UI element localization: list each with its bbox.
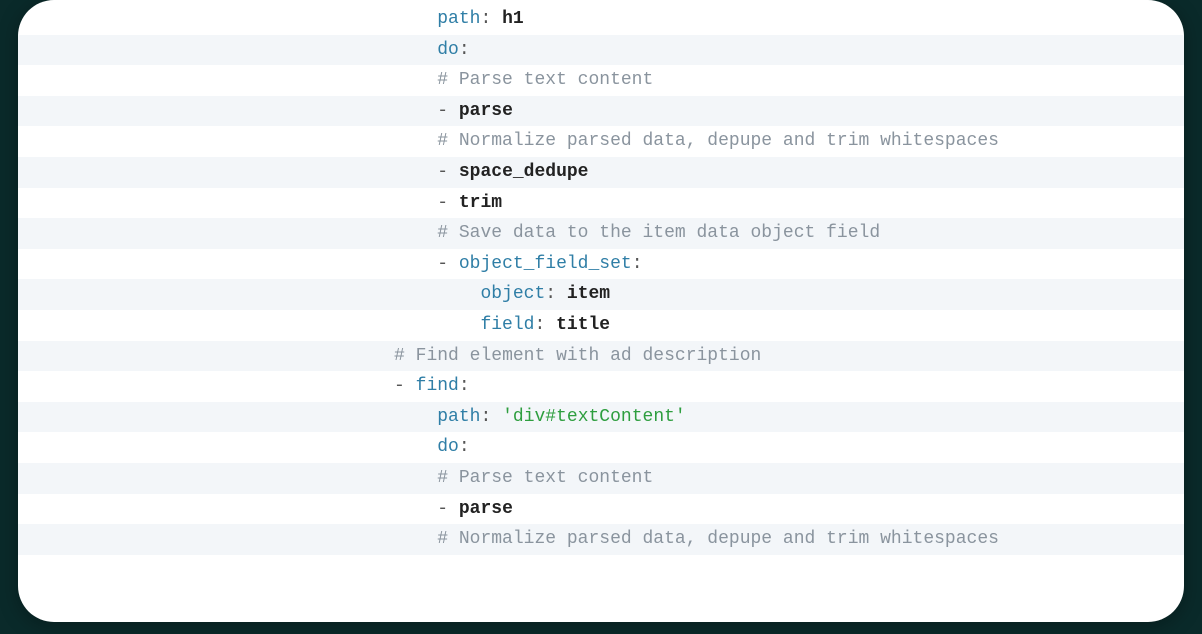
- code-line: # Normalize parsed data, depupe and trim…: [18, 524, 1184, 555]
- code-token-val: h1: [502, 9, 524, 29]
- code-token-punct: :: [459, 376, 470, 396]
- code-token-key: object: [480, 284, 545, 304]
- code-line: - space_dedupe: [18, 157, 1184, 188]
- code-line: path: 'div#textContent': [18, 402, 1184, 433]
- code-token-comment: # Parse text content: [437, 70, 653, 90]
- code-token-key: find: [416, 376, 459, 396]
- code-token-punct: :: [632, 254, 643, 274]
- code-line: path: h1: [18, 4, 1184, 35]
- code-line: # Parse text content: [18, 463, 1184, 494]
- code-token-key: do: [437, 40, 459, 60]
- code-token-val: space_dedupe: [459, 162, 589, 182]
- code-token-punct: :: [459, 437, 470, 457]
- code-line: # Normalize parsed data, depupe and trim…: [18, 126, 1184, 157]
- code-token-punct: :: [480, 407, 491, 427]
- code-line: # Parse text content: [18, 65, 1184, 96]
- code-token-plain: [491, 9, 502, 29]
- code-token-comment: # Normalize parsed data, depupe and trim…: [437, 131, 999, 151]
- code-line: - object_field_set:: [18, 249, 1184, 280]
- code-card: path: h1 do: # Parse text content - pars…: [18, 0, 1184, 622]
- code-token-punct: -: [437, 254, 459, 274]
- code-token-key: path: [437, 407, 480, 427]
- code-token-punct: -: [394, 376, 416, 396]
- code-line: # Save data to the item data object fiel…: [18, 218, 1184, 249]
- code-line: do:: [18, 432, 1184, 463]
- code-token-punct: :: [459, 40, 470, 60]
- code-line: - parse: [18, 96, 1184, 127]
- code-line: do:: [18, 35, 1184, 66]
- code-line: field: title: [18, 310, 1184, 341]
- code-token-key: field: [480, 315, 534, 335]
- code-token-punct: -: [437, 193, 459, 213]
- code-token-key: path: [437, 9, 480, 29]
- code-token-punct: :: [545, 284, 556, 304]
- code-line: object: item: [18, 279, 1184, 310]
- code-token-val: title: [556, 315, 610, 335]
- code-token-punct: :: [480, 9, 491, 29]
- code-token-val: parse: [459, 101, 513, 121]
- code-token-plain: [491, 407, 502, 427]
- code-token-key: do: [437, 437, 459, 457]
- code-line: - parse: [18, 494, 1184, 525]
- code-token-comment: # Parse text content: [437, 468, 653, 488]
- code-line: - trim: [18, 188, 1184, 219]
- code-token-string: 'div#textContent': [502, 407, 686, 427]
- code-token-comment: # Find element with ad description: [394, 346, 761, 366]
- code-token-comment: # Normalize parsed data, depupe and trim…: [437, 529, 999, 549]
- code-token-punct: -: [437, 162, 459, 182]
- code-token-comment: # Save data to the item data object fiel…: [437, 223, 880, 243]
- code-token-val: item: [567, 284, 610, 304]
- code-token-punct: -: [437, 499, 459, 519]
- code-token-plain: [545, 315, 556, 335]
- code-line: # Find element with ad description: [18, 341, 1184, 372]
- code-line: - find:: [18, 371, 1184, 402]
- code-token-val: trim: [459, 193, 502, 213]
- code-token-val: parse: [459, 499, 513, 519]
- code-token-key: object_field_set: [459, 254, 632, 274]
- code-token-punct: :: [534, 315, 545, 335]
- code-block: path: h1 do: # Parse text content - pars…: [18, 4, 1184, 614]
- code-token-punct: -: [437, 101, 459, 121]
- code-token-plain: [556, 284, 567, 304]
